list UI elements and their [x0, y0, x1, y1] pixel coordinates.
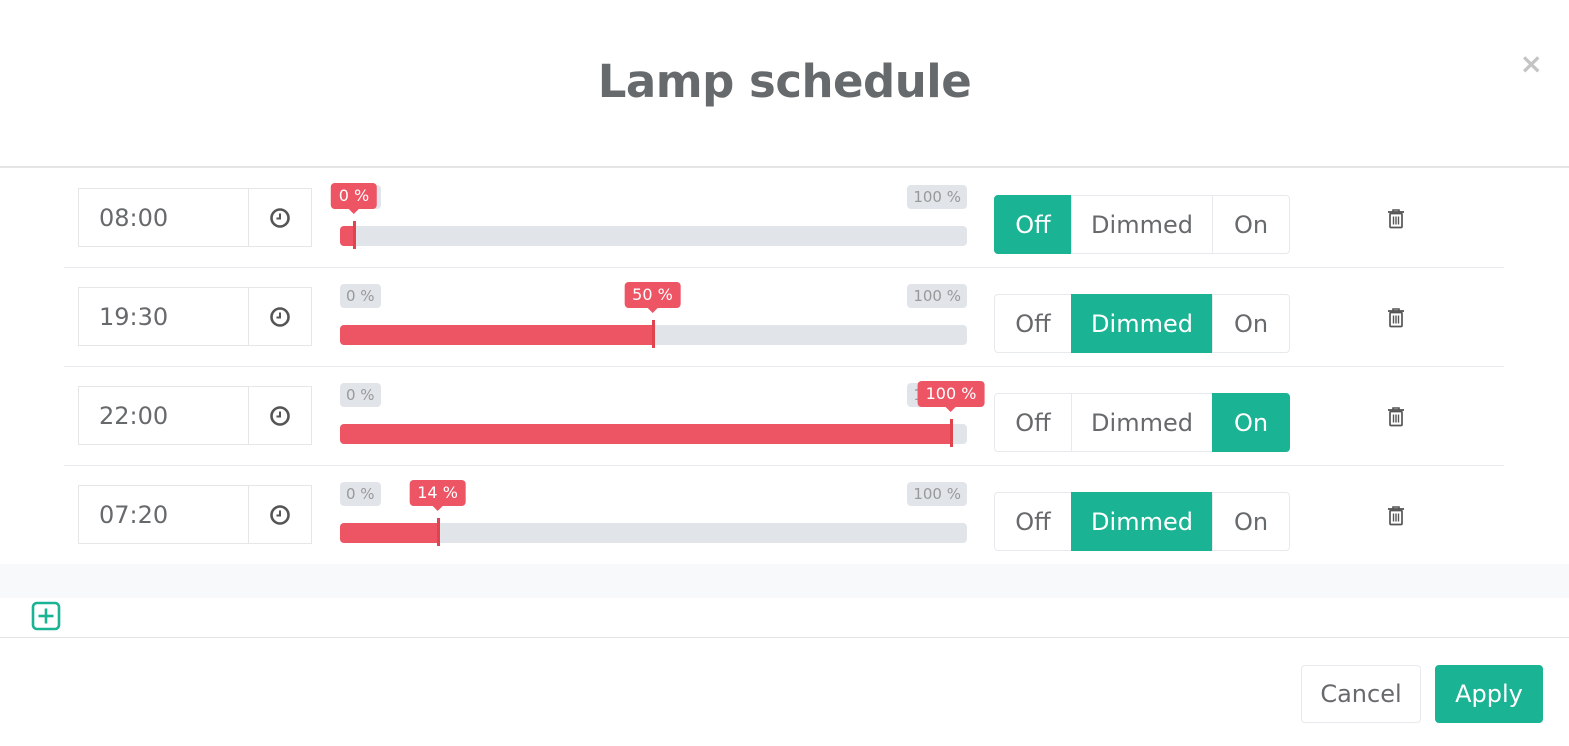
slider-value-label: 14 %: [409, 480, 466, 511]
brightness-slider[interactable]: 0 % 100 % 100 %: [340, 381, 985, 461]
trash-icon: [1388, 407, 1404, 427]
schedule-row: 0 % 100 % 14 % Off Dimmed On: [64, 466, 1504, 565]
slider-handle[interactable]: [436, 518, 440, 546]
mode-dimmed-button[interactable]: Dimmed: [1071, 294, 1213, 353]
mode-on-button[interactable]: On: [1212, 195, 1290, 254]
time-picker: [78, 386, 312, 445]
time-picker: [78, 485, 312, 544]
slider-track[interactable]: [340, 424, 967, 444]
mode-toggle-group: Off Dimmed On: [994, 492, 1290, 551]
mode-dimmed-button[interactable]: Dimmed: [1071, 393, 1213, 452]
delete-row-button[interactable]: [1384, 405, 1408, 429]
slider-fill: [340, 325, 653, 345]
mode-toggle-group: Off Dimmed On: [994, 393, 1290, 452]
time-input[interactable]: [78, 485, 248, 544]
mode-toggle-group: Off Dimmed On: [994, 294, 1290, 353]
slider-value-label: 50 %: [624, 282, 681, 313]
clock-icon: [270, 405, 290, 426]
cancel-button[interactable]: Cancel: [1301, 665, 1421, 723]
mode-off-button[interactable]: Off: [994, 195, 1072, 254]
time-picker: [78, 287, 312, 346]
slider-fill: [340, 523, 438, 543]
brightness-slider[interactable]: 0 % 100 % 50 %: [340, 282, 967, 362]
modal-header: Lamp schedule ×: [0, 0, 1569, 168]
delete-row-button[interactable]: [1384, 306, 1408, 330]
schedule-row: 0 % 100 % 0 % Off Dimmed On: [64, 169, 1504, 268]
slider-track[interactable]: [340, 226, 967, 246]
clock-icon: [270, 504, 290, 525]
slider-min-label: 0 %: [340, 482, 381, 506]
mode-on-button[interactable]: On: [1212, 492, 1290, 551]
slider-min-label: 0 %: [340, 383, 381, 407]
plus-square-icon: [31, 601, 61, 631]
slider-value-label: 100 %: [917, 381, 985, 412]
clock-button[interactable]: [248, 386, 312, 445]
time-picker: [78, 188, 312, 247]
time-input[interactable]: [78, 287, 248, 346]
slider-min-label: 0 %: [340, 284, 381, 308]
slider-handle[interactable]: [353, 221, 356, 249]
mode-dimmed-button[interactable]: Dimmed: [1071, 492, 1213, 551]
apply-button[interactable]: Apply: [1435, 665, 1543, 723]
brightness-slider[interactable]: 0 % 100 % 14 %: [340, 480, 967, 560]
slider-max-label: 100 %: [907, 284, 967, 308]
time-input[interactable]: [78, 188, 248, 247]
trash-icon: [1388, 506, 1404, 526]
trash-icon: [1388, 209, 1404, 229]
clock-button[interactable]: [248, 485, 312, 544]
delete-row-button[interactable]: [1384, 504, 1408, 528]
mode-off-button[interactable]: Off: [994, 294, 1072, 353]
slider-fill: [340, 226, 354, 246]
schedule-row: 0 % 100 % 50 % Off Dimmed On: [64, 268, 1504, 367]
mode-on-button[interactable]: On: [1212, 294, 1290, 353]
delete-row-button[interactable]: [1384, 207, 1408, 231]
mode-off-button[interactable]: Off: [994, 393, 1072, 452]
mode-toggle-group: Off Dimmed On: [994, 195, 1290, 254]
slider-handle[interactable]: [651, 320, 655, 348]
close-icon[interactable]: ×: [1520, 50, 1543, 78]
modal-title: Lamp schedule: [597, 55, 972, 108]
clock-button[interactable]: [248, 287, 312, 346]
slider-value-label: 0 %: [330, 183, 378, 214]
slider-handle[interactable]: [950, 419, 953, 447]
add-row-button[interactable]: [31, 601, 61, 631]
slider-max-label: 100 %: [907, 185, 967, 209]
mode-on-button[interactable]: On: [1212, 393, 1290, 452]
slider-fill: [340, 424, 951, 444]
mode-off-button[interactable]: Off: [994, 492, 1072, 551]
clock-icon: [270, 207, 290, 228]
mode-dimmed-button[interactable]: Dimmed: [1071, 195, 1213, 254]
list-footer-band: [0, 564, 1569, 598]
slider-track[interactable]: [340, 523, 967, 543]
clock-button[interactable]: [248, 188, 312, 247]
brightness-slider[interactable]: 0 % 100 % 0 %: [330, 183, 967, 263]
modal-footer: Cancel Apply: [0, 637, 1569, 746]
slider-max-label: 100 %: [907, 482, 967, 506]
trash-icon: [1388, 308, 1404, 328]
schedule-row: 0 % 100 % 100 % Off Dimmed On: [64, 367, 1504, 466]
clock-icon: [270, 306, 290, 327]
time-input[interactable]: [78, 386, 248, 445]
